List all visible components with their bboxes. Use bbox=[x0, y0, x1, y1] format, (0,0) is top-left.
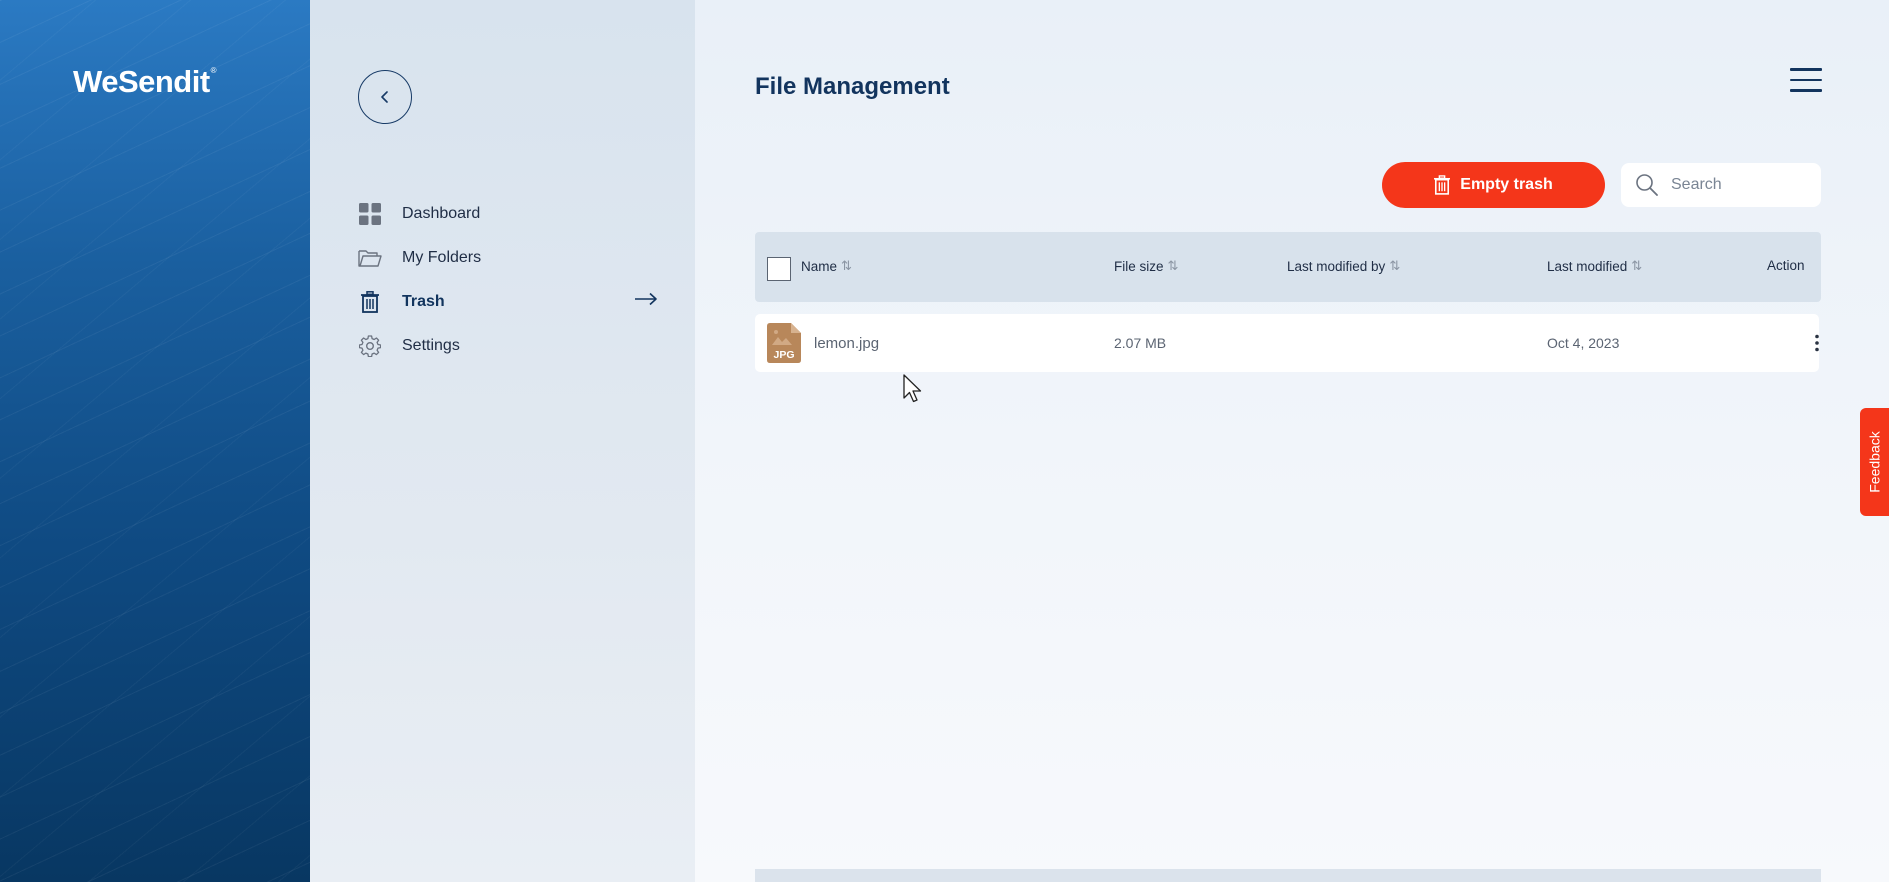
table-footer bbox=[755, 869, 1821, 882]
mouse-cursor-icon bbox=[903, 374, 922, 403]
hamburger-line bbox=[1790, 78, 1822, 81]
wesendit-logo[interactable]: WeSendit® bbox=[73, 64, 217, 100]
column-label: Action bbox=[1767, 258, 1805, 273]
trash-icon bbox=[1434, 175, 1451, 195]
sidebar-item-label: Dashboard bbox=[402, 205, 481, 222]
column-label: Last modified by bbox=[1287, 258, 1386, 274]
folder-icon bbox=[358, 246, 382, 270]
last-modified-date: Oct 4, 2023 bbox=[1547, 335, 1620, 351]
back-button[interactable] bbox=[358, 70, 412, 124]
column-label: File size bbox=[1114, 258, 1164, 274]
feedback-tab[interactable]: Feedback bbox=[1860, 408, 1889, 516]
file-size: 2.07 MB bbox=[1114, 335, 1167, 351]
sidebar-item-label: Settings bbox=[402, 337, 460, 354]
sort-icon[interactable]: ⇅ bbox=[1168, 258, 1179, 274]
trash-icon bbox=[358, 290, 382, 314]
sidebar-item-my-folders[interactable]: My Folders bbox=[358, 243, 658, 273]
search-input[interactable] bbox=[1669, 175, 1813, 195]
sort-icon[interactable]: ⇅ bbox=[1389, 258, 1400, 274]
grid-icon bbox=[358, 202, 382, 226]
main-content: File Management Empty trash Name ⇅ bbox=[695, 0, 1889, 882]
empty-trash-button[interactable]: Empty trash bbox=[1382, 162, 1605, 208]
column-header-name[interactable]: Name ⇅ bbox=[801, 258, 852, 274]
file-name[interactable]: lemon.jpg bbox=[814, 335, 879, 352]
column-header-last-modified[interactable]: Last modified ⇅ bbox=[1547, 258, 1642, 274]
empty-trash-label: Empty trash bbox=[1460, 176, 1553, 193]
feedback-label: Feedback bbox=[1866, 431, 1883, 493]
arrow-right-icon bbox=[635, 292, 657, 306]
sort-icon[interactable]: ⇅ bbox=[841, 258, 852, 274]
sidebar-item-label: Trash bbox=[402, 293, 445, 310]
logo-text: WeSendit bbox=[73, 64, 210, 99]
column-label: Name bbox=[801, 258, 838, 274]
column-header-file-size[interactable]: File size ⇅ bbox=[1114, 258, 1178, 274]
chevron-left-icon bbox=[381, 91, 388, 103]
column-header-last-modified-by[interactable]: Last modified by ⇅ bbox=[1287, 258, 1400, 274]
search-box[interactable] bbox=[1621, 163, 1821, 207]
page-title: File Management bbox=[755, 73, 950, 100]
menu-button[interactable] bbox=[1790, 68, 1822, 94]
select-all-checkbox[interactable] bbox=[767, 257, 791, 281]
sidebar-item-dashboard[interactable]: Dashboard bbox=[358, 199, 658, 229]
brand-panel: WeSendit® bbox=[0, 0, 310, 882]
column-header-action: Action bbox=[1767, 258, 1805, 273]
hamburger-line bbox=[1790, 68, 1822, 71]
search-icon bbox=[1636, 174, 1658, 196]
file-type-label: JPG bbox=[773, 349, 794, 361]
table-header: Name ⇅ File size ⇅ Last modified by ⇅ La… bbox=[755, 232, 1821, 302]
sort-icon[interactable]: ⇅ bbox=[1631, 258, 1642, 274]
jpg-file-icon: JPG bbox=[767, 323, 801, 363]
sidebar-nav: Dashboard My Folders Trash Settings bbox=[310, 0, 695, 882]
more-vertical-icon bbox=[1815, 334, 1819, 352]
sidebar-item-trash[interactable]: Trash bbox=[358, 287, 658, 317]
gear-icon bbox=[358, 334, 382, 358]
hamburger-line bbox=[1790, 89, 1822, 92]
sidebar-item-label: My Folders bbox=[402, 249, 482, 266]
table-row[interactable]: JPG lemon.jpg 2.07 MB Oct 4, 2023 bbox=[755, 314, 1819, 372]
row-actions-button[interactable] bbox=[1807, 328, 1827, 358]
sidebar-item-settings[interactable]: Settings bbox=[358, 331, 658, 361]
registered-mark: ® bbox=[210, 66, 217, 75]
column-label: Last modified bbox=[1547, 258, 1628, 274]
